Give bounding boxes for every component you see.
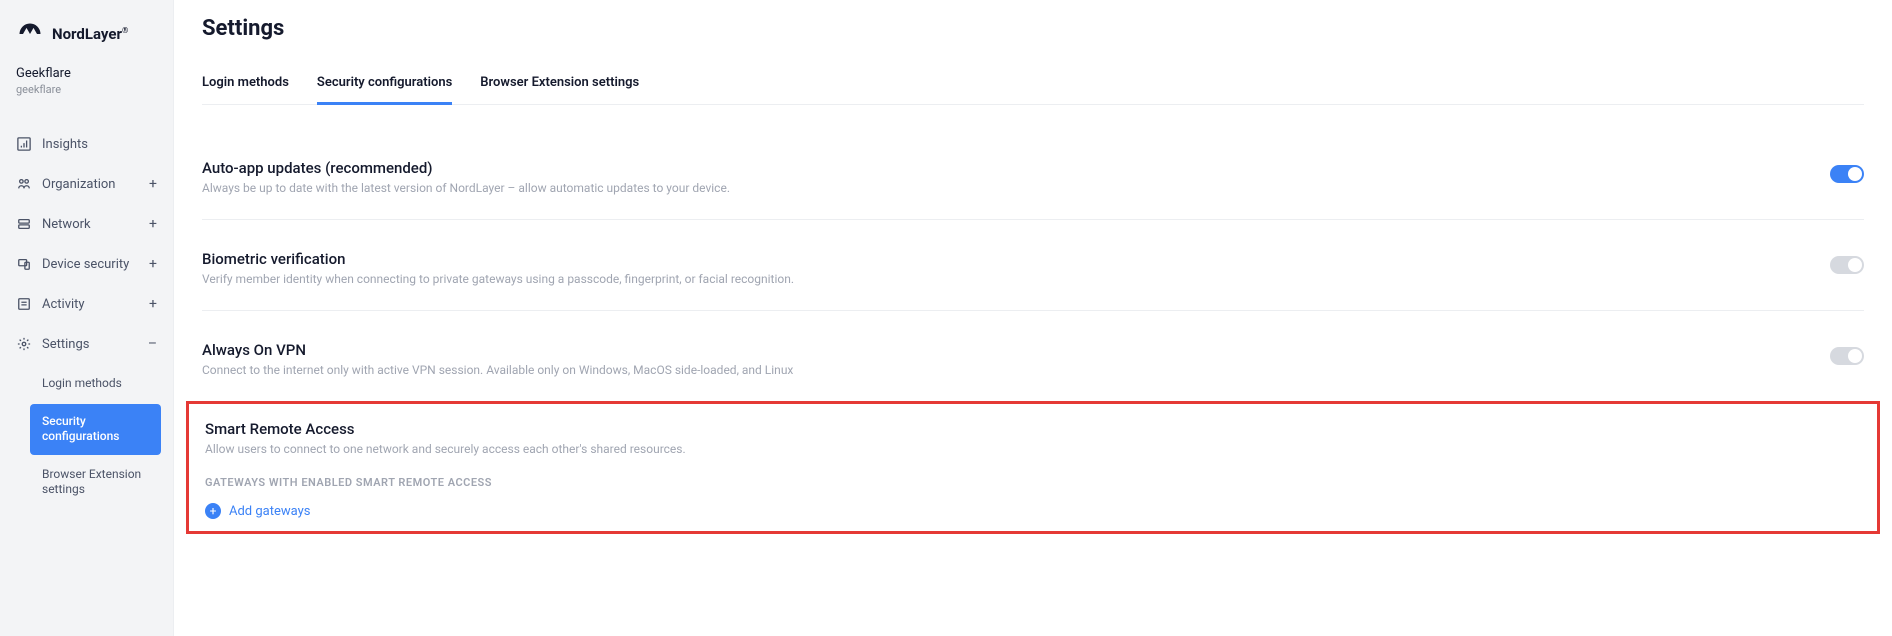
sidebar-item-label: Settings bbox=[42, 337, 89, 352]
subnav-browser-extension-settings[interactable]: Browser Extension settings bbox=[30, 457, 161, 508]
sidebar-item-label: Device security bbox=[42, 257, 129, 272]
sidebar-item-activity[interactable]: Activity + bbox=[0, 284, 173, 324]
setting-desc: Connect to the internet only with active… bbox=[202, 363, 1830, 377]
sidebar: NordLayer® Geekflare geekflare Insights … bbox=[0, 0, 174, 636]
sidebar-item-device-security[interactable]: Device security + bbox=[0, 244, 173, 284]
settings-icon bbox=[16, 336, 32, 352]
settings-subnav: Login methods Security configurations Br… bbox=[0, 366, 173, 508]
setting-title: Biometric verification bbox=[202, 250, 1830, 268]
toggle-auto-app-updates[interactable] bbox=[1830, 165, 1864, 183]
setting-desc: Allow users to connect to one network an… bbox=[205, 442, 1861, 456]
subnav-login-methods[interactable]: Login methods bbox=[30, 366, 161, 402]
plus-icon: + bbox=[149, 176, 157, 192]
setting-always-on-vpn: Always On VPN Connect to the internet on… bbox=[202, 341, 1864, 401]
sidebar-item-label: Activity bbox=[42, 297, 85, 312]
network-icon bbox=[16, 216, 32, 232]
setting-title: Auto-app updates (recommended) bbox=[202, 159, 1830, 177]
subnav-security-configurations[interactable]: Security configurations bbox=[30, 404, 161, 455]
setting-auto-app-updates: Auto-app updates (recommended) Always be… bbox=[202, 159, 1864, 220]
sidebar-item-label: Network bbox=[42, 217, 91, 232]
insights-icon bbox=[16, 136, 32, 152]
sidebar-item-organization[interactable]: Organization + bbox=[0, 164, 173, 204]
sidebar-nav: Insights Organization + Network + Device… bbox=[0, 124, 173, 508]
toggle-always-on-vpn[interactable] bbox=[1830, 347, 1864, 365]
sidebar-item-insights[interactable]: Insights bbox=[0, 124, 173, 164]
sidebar-item-label: Organization bbox=[42, 177, 115, 192]
setting-biometric-verification: Biometric verification Verify member ide… bbox=[202, 250, 1864, 311]
gateways-section-label: GATEWAYS WITH ENABLED SMART REMOTE ACCES… bbox=[205, 476, 1861, 489]
smart-remote-access-highlight: Smart Remote Access Allow users to conne… bbox=[186, 401, 1880, 534]
add-gateways-label: Add gateways bbox=[229, 504, 311, 519]
tabs: Login methods Security configurations Br… bbox=[202, 75, 1864, 105]
plus-circle-icon: + bbox=[205, 503, 221, 519]
org-block[interactable]: Geekflare geekflare bbox=[0, 66, 173, 114]
org-slug: geekflare bbox=[16, 83, 157, 96]
toggle-biometric-verification[interactable] bbox=[1830, 256, 1864, 274]
sidebar-item-network[interactable]: Network + bbox=[0, 204, 173, 244]
setting-smart-remote-access: Smart Remote Access Allow users to conne… bbox=[205, 420, 1861, 519]
brand-name: NordLayer® bbox=[52, 25, 128, 43]
nordlayer-logo-icon bbox=[16, 20, 44, 48]
main-content: Settings Login methods Security configur… bbox=[174, 0, 1892, 636]
plus-icon: + bbox=[149, 296, 157, 312]
setting-title: Always On VPN bbox=[202, 341, 1830, 359]
activity-icon bbox=[16, 296, 32, 312]
setting-desc: Verify member identity when connecting t… bbox=[202, 272, 1830, 286]
plus-icon: + bbox=[149, 216, 157, 232]
page-title: Settings bbox=[202, 16, 1864, 41]
setting-desc: Always be up to date with the latest ver… bbox=[202, 181, 1830, 195]
setting-title: Smart Remote Access bbox=[205, 420, 1861, 438]
add-gateways-button[interactable]: + Add gateways bbox=[205, 503, 1861, 519]
sidebar-item-settings[interactable]: Settings – bbox=[0, 324, 173, 364]
org-icon bbox=[16, 176, 32, 192]
tab-login-methods[interactable]: Login methods bbox=[202, 75, 289, 104]
plus-icon: + bbox=[149, 256, 157, 272]
brand-logo[interactable]: NordLayer® bbox=[0, 20, 173, 66]
org-name: Geekflare bbox=[16, 66, 157, 81]
tab-browser-extension-settings[interactable]: Browser Extension settings bbox=[480, 75, 639, 104]
device-icon bbox=[16, 256, 32, 272]
minus-icon: – bbox=[148, 336, 157, 352]
tab-security-configurations[interactable]: Security configurations bbox=[317, 75, 452, 105]
sidebar-item-label: Insights bbox=[42, 137, 88, 152]
